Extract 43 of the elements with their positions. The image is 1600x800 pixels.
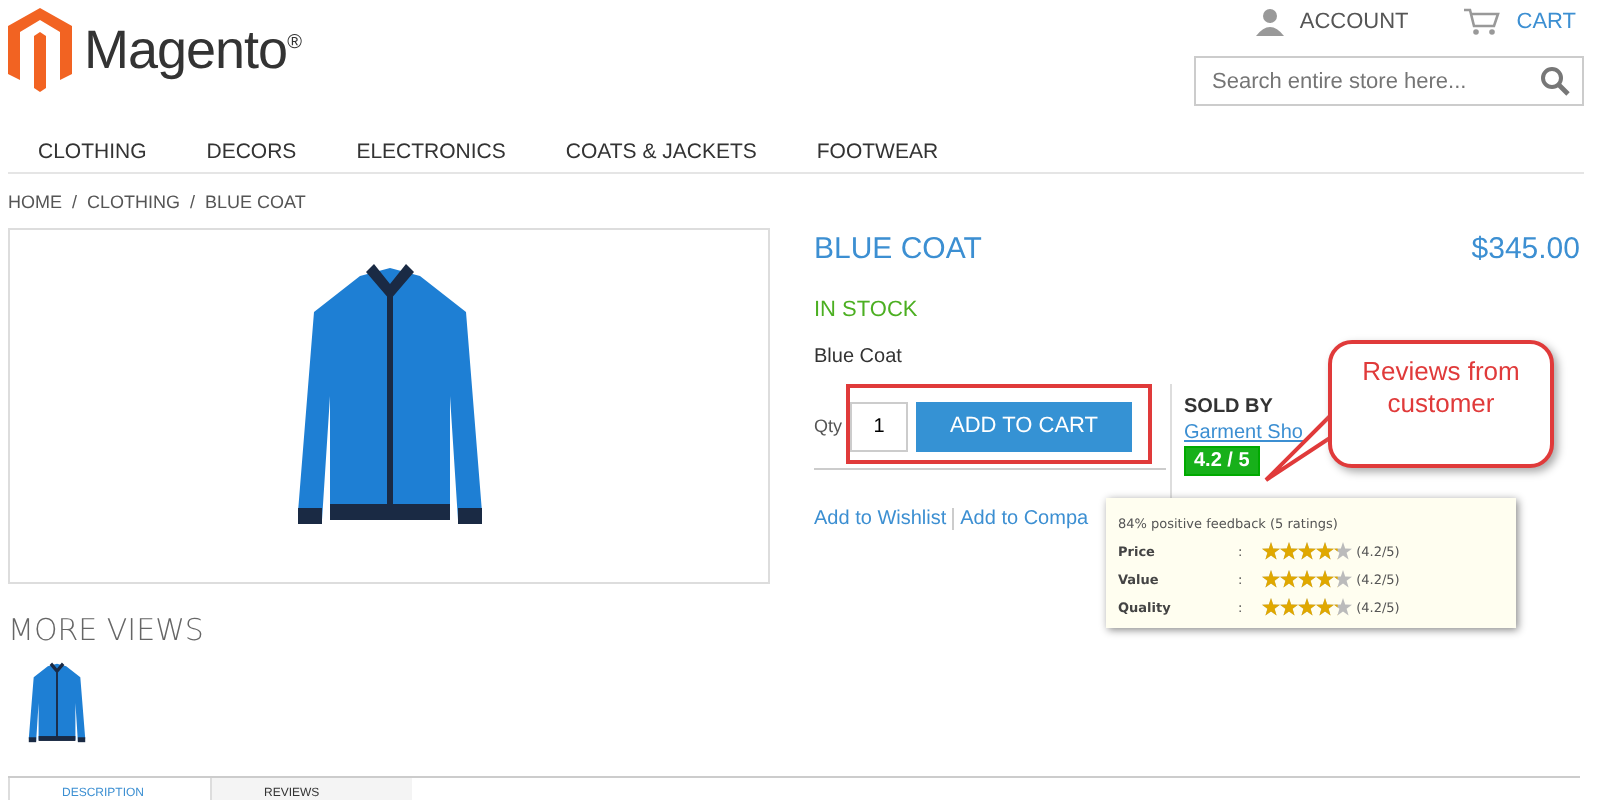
breadcrumb-link[interactable]: BLUE COAT (205, 192, 306, 212)
star-icon (1334, 570, 1352, 588)
breadcrumb-separator: / (190, 192, 196, 212)
seller-link[interactable]: Garment Sho (1184, 422, 1303, 444)
search-field[interactable]: Search entire store here... (1194, 56, 1584, 106)
breadcrumb-link[interactable]: CLOTHING (87, 192, 181, 212)
product-title: BLUE COAT (814, 232, 982, 266)
star-icon (1316, 598, 1334, 616)
product-name: Blue Coat (814, 346, 904, 368)
nav-link[interactable]: DECORS (176, 132, 327, 172)
more-views-heading: MORE VIEWS (8, 612, 204, 648)
person-icon (1255, 8, 1284, 36)
product-price: $345.00 (1471, 232, 1580, 266)
star-icon (1316, 570, 1334, 588)
logo-text[interactable]: Magento$^{®}$ (84, 19, 301, 81)
breadcrumb-link[interactable]: HOME (8, 192, 62, 212)
callout-text: Reviews from customer (1328, 340, 1554, 468)
cart-icon (1464, 8, 1501, 36)
breadcrumb-separator: / (72, 192, 78, 212)
qty-field[interactable]: 1 (850, 401, 909, 451)
star-icon (1262, 598, 1280, 616)
nav-link[interactable]: FOOTWEAR (786, 132, 969, 172)
account-link[interactable]: ACCOUNT (1299, 10, 1409, 34)
star-icon (1280, 570, 1298, 588)
star-icon (1298, 598, 1316, 616)
qty-label: Qty (814, 416, 843, 436)
star-icon (1280, 542, 1298, 560)
star-icon (1334, 598, 1352, 616)
logo-icon (8, 8, 72, 92)
search-icon[interactable] (1540, 66, 1570, 96)
star-icon (1298, 570, 1316, 588)
star-icon (1298, 542, 1316, 560)
star-icon (1316, 542, 1334, 560)
sold-by-heading: SOLD BY (1184, 396, 1275, 418)
star-icon (1334, 542, 1352, 560)
nav-link[interactable]: COATS & JACKETS (535, 132, 787, 172)
seller-score: 4.2 / 5 (1184, 446, 1260, 476)
star-icon (1262, 570, 1280, 588)
star-icon (1280, 598, 1298, 616)
star-icon (1262, 542, 1280, 560)
nav-link[interactable]: CLOTHING (8, 132, 177, 172)
stock-status: IN STOCK (814, 298, 920, 322)
nav-link[interactable]: ELECTRONICS (326, 132, 536, 172)
